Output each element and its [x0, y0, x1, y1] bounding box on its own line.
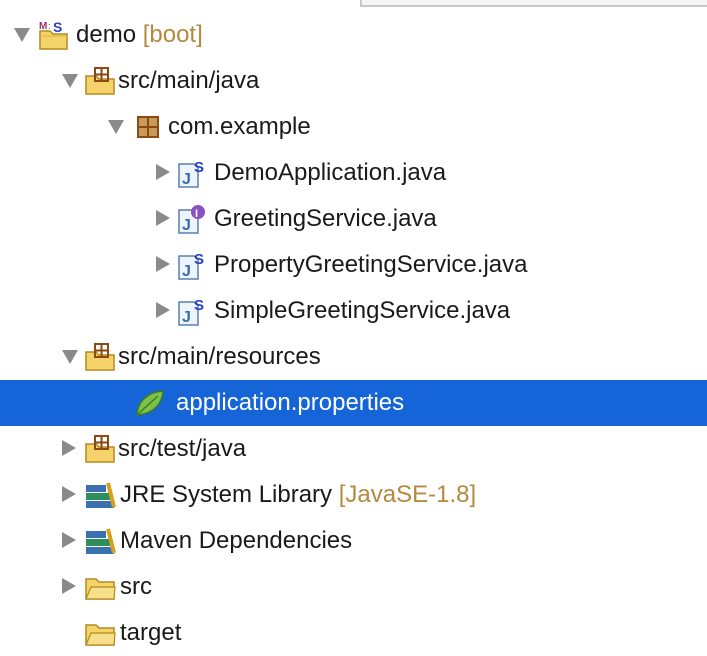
svg-text:J: J: [182, 309, 191, 326]
source-folder-icon: [85, 67, 115, 95]
project-explorer-tree: M : S demo [boot] src/main/java com.exam…: [0, 12, 707, 656]
expand-toggle-closed-icon[interactable]: [62, 440, 76, 456]
tree-row-src-test-java[interactable]: src/test/java: [0, 426, 707, 472]
expand-toggle-closed-icon[interactable]: [156, 256, 170, 272]
folder-icon: [85, 578, 116, 600]
svg-text:S: S: [194, 159, 204, 176]
source-folder-icon: [85, 343, 115, 371]
svg-text::: :: [48, 21, 51, 31]
expand-toggle-open-icon[interactable]: [62, 74, 78, 88]
tree-row-file-demo-application[interactable]: J S DemoApplication.java: [0, 150, 707, 196]
tree-row-project-demo[interactable]: M : S demo [boot]: [0, 12, 707, 58]
svg-text:I: I: [195, 208, 198, 220]
tree-row-target-folder[interactable]: target: [0, 610, 707, 656]
expand-toggle-closed-icon[interactable]: [62, 486, 76, 502]
tree-row-src-folder[interactable]: src: [0, 564, 707, 610]
svg-text:J: J: [182, 217, 191, 234]
spring-java-class-icon: J S: [178, 159, 204, 188]
file-label: DemoApplication.java: [214, 159, 447, 186]
library-icon: [86, 482, 116, 508]
file-label: SimpleGreetingService.java: [214, 297, 511, 324]
spring-maven-project-icon: M : S: [39, 19, 68, 50]
expand-toggle-closed-icon[interactable]: [156, 164, 170, 180]
package-icon: [137, 116, 159, 138]
svg-text:M: M: [39, 21, 47, 32]
source-folder-label: src/main/java: [118, 67, 260, 94]
tree-row-file-property-greeting-service[interactable]: J S PropertyGreetingService.java: [0, 242, 707, 288]
file-label: GreetingService.java: [214, 205, 437, 232]
project-name-label: demo: [76, 21, 137, 48]
source-folder-label: src/test/java: [118, 435, 247, 462]
file-label: application.properties: [176, 389, 405, 416]
package-label: com.example: [168, 113, 311, 140]
source-folder-icon: [85, 435, 115, 463]
library-version-decoration: [JavaSE-1.8]: [338, 481, 477, 508]
tree-row-package-com-example[interactable]: com.example: [0, 104, 707, 150]
svg-text:J: J: [182, 263, 191, 280]
spring-java-class-icon: J S: [178, 251, 204, 280]
spring-java-class-icon: J S: [178, 297, 204, 326]
source-folder-label: src/main/resources: [118, 343, 321, 370]
library-icon: [86, 528, 116, 554]
tree-row-src-main-java[interactable]: src/main/java: [0, 58, 707, 104]
tree-row-file-simple-greeting-service[interactable]: J S SimpleGreetingService.java: [0, 288, 707, 334]
java-interface-icon: J I: [178, 205, 205, 234]
expand-toggle-open-icon[interactable]: [108, 120, 124, 134]
tree-row-file-greeting-service[interactable]: J I GreetingService.java: [0, 196, 707, 242]
svg-text:S: S: [53, 19, 62, 35]
svg-text:S: S: [194, 251, 204, 268]
tree-row-jre-library[interactable]: JRE System Library [JavaSE-1.8]: [0, 472, 707, 518]
expand-toggle-closed-icon[interactable]: [62, 532, 76, 548]
folder-label: src: [120, 573, 152, 600]
expand-toggle-open-icon[interactable]: [14, 28, 30, 42]
tree-row-maven-dependencies[interactable]: Maven Dependencies: [0, 518, 707, 564]
file-label: PropertyGreetingService.java: [214, 251, 528, 278]
expand-toggle-open-icon[interactable]: [62, 350, 78, 364]
svg-text:S: S: [194, 297, 204, 314]
library-label: JRE System Library: [120, 481, 333, 508]
svg-text:J: J: [182, 171, 191, 188]
folder-icon: [85, 624, 116, 646]
tree-row-application-properties[interactable]: application.properties: [0, 380, 707, 426]
expand-toggle-closed-icon[interactable]: [156, 210, 170, 226]
project-boot-decoration: [boot]: [142, 21, 203, 48]
spring-properties-leaf-icon: [136, 390, 164, 416]
expand-toggle-closed-icon[interactable]: [62, 578, 76, 594]
library-label: Maven Dependencies: [120, 527, 353, 554]
folder-label: target: [120, 619, 182, 646]
expand-toggle-closed-icon[interactable]: [156, 302, 170, 318]
tree-row-src-main-resources[interactable]: src/main/resources: [0, 334, 707, 380]
search-field-edge: [360, 0, 707, 7]
